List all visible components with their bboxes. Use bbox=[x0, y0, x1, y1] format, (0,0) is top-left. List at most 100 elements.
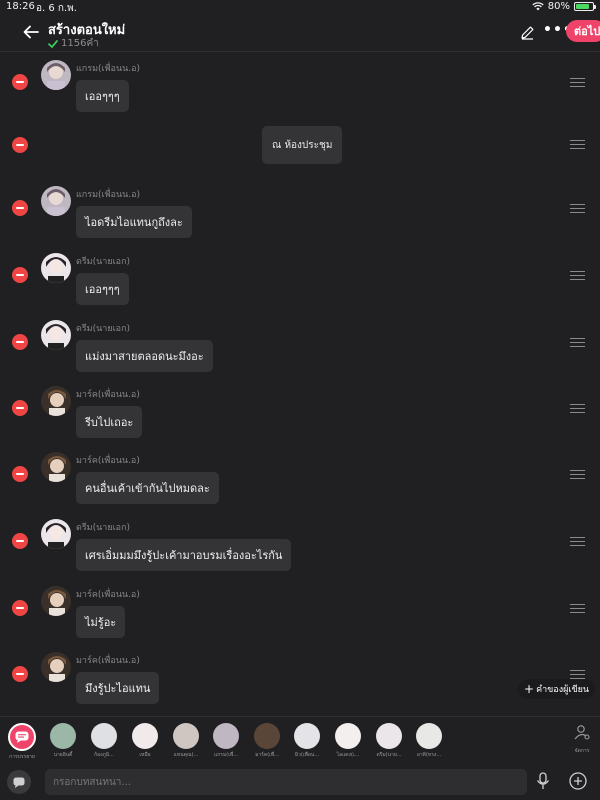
word-count-label: 1156คำ bbox=[61, 38, 99, 49]
delete-message-icon[interactable] bbox=[12, 74, 28, 90]
person-settings-icon bbox=[574, 725, 590, 740]
character-item[interactable]: แกรม(เพื่... bbox=[210, 723, 242, 759]
message-bubble[interactable]: เออๆๆๆ bbox=[76, 273, 129, 305]
character-narrator[interactable]: การบรรยาย bbox=[6, 723, 38, 761]
pencil-icon[interactable] bbox=[520, 25, 535, 40]
message-bubble[interactable]: ไม่รู้อะ bbox=[76, 606, 126, 638]
character-item[interactable]: ดรีม(นาย... bbox=[373, 723, 405, 759]
drag-handle-icon[interactable] bbox=[570, 78, 585, 87]
avatar-gram bbox=[41, 60, 71, 90]
character-avatar bbox=[416, 723, 442, 749]
character-avatar bbox=[376, 723, 402, 749]
character-avatar bbox=[91, 723, 117, 749]
plus-icon: + bbox=[524, 682, 535, 696]
character-avatar bbox=[213, 723, 239, 749]
character-avatar bbox=[335, 723, 361, 749]
message-bubble[interactable]: มึงรู้ปะไอแทน bbox=[76, 672, 160, 704]
delete-message-icon[interactable] bbox=[12, 466, 28, 482]
back-arrow-icon[interactable] bbox=[22, 23, 40, 41]
character-avatar bbox=[173, 723, 199, 749]
drag-handle-icon[interactable] bbox=[570, 537, 585, 546]
sender-name: แกรม(เพื่อนน.อ) bbox=[76, 64, 141, 74]
character-label: ไอแดง(เ... bbox=[336, 752, 360, 758]
chat-bubble-icon bbox=[13, 777, 25, 788]
avatar-dream bbox=[41, 253, 71, 283]
character-item[interactable]: แทนคุณ(... bbox=[170, 723, 202, 759]
status-bar: 18:26 อ. 6 ก.พ. 80% bbox=[0, 0, 600, 14]
delete-message-icon[interactable] bbox=[12, 600, 28, 616]
avatar-gram bbox=[41, 186, 71, 216]
manage-label: จัดการ bbox=[574, 748, 590, 754]
character-avatar bbox=[132, 723, 158, 749]
message-bubble[interactable]: ไอดรีมไอแทนกูถึงละ bbox=[76, 206, 192, 238]
dialogue-input[interactable] bbox=[45, 769, 527, 795]
message-bubble[interactable]: รีบไปเถอะ bbox=[76, 406, 143, 438]
character-label: การบรรยาย bbox=[9, 754, 35, 760]
add-circle-icon[interactable] bbox=[569, 772, 587, 790]
drag-handle-icon[interactable] bbox=[570, 404, 585, 413]
sender-name: มาร์ค(เพื่อนน.อ) bbox=[76, 590, 140, 600]
avatar-mark bbox=[41, 586, 71, 616]
next-button[interactable]: ต่อไป bbox=[566, 20, 600, 42]
sender-name: ดรีม(นายเอก) bbox=[76, 324, 131, 334]
delete-message-icon[interactable] bbox=[12, 334, 28, 350]
delete-message-icon[interactable] bbox=[12, 137, 28, 153]
drag-handle-icon[interactable] bbox=[570, 338, 585, 347]
character-item[interactable]: ไอแดง(เ... bbox=[332, 723, 364, 759]
sender-name: ดรีม(นายเอก) bbox=[76, 257, 131, 267]
drag-handle-icon[interactable] bbox=[570, 140, 585, 149]
sender-name: มาร์ค(เพื่อนน.อ) bbox=[76, 390, 140, 400]
character-item[interactable]: มิว(เพื่อน... bbox=[291, 723, 323, 759]
battery-icon bbox=[574, 2, 596, 11]
sender-name: ดรีม(นายเอก) bbox=[76, 523, 131, 533]
drag-handle-icon[interactable] bbox=[570, 604, 585, 613]
sender-name: มาร์ค(เพื่อนน.อ) bbox=[76, 456, 140, 466]
delete-message-icon[interactable] bbox=[12, 533, 28, 549]
delete-message-icon[interactable] bbox=[12, 267, 28, 283]
sender-name: แกรม(เพื่อนน.อ) bbox=[76, 190, 141, 200]
status-right: 80% bbox=[532, 1, 596, 12]
drag-handle-icon[interactable] bbox=[570, 470, 585, 479]
wifi-icon bbox=[532, 2, 544, 11]
drag-handle-icon[interactable] bbox=[570, 271, 585, 280]
message-bubble[interactable]: แม่งมาสายตลอดนะมึงอะ bbox=[76, 340, 213, 372]
manage-characters-button[interactable]: จัดการ bbox=[568, 723, 596, 755]
character-item[interactable]: อาทิ(ทรง... bbox=[413, 723, 445, 759]
avatar-mark bbox=[41, 452, 71, 482]
character-label: มาร์ค(เพื่... bbox=[255, 752, 279, 758]
delete-message-icon[interactable] bbox=[12, 400, 28, 416]
character-item[interactable]: นายอินดี้ bbox=[47, 723, 79, 759]
narrator-chat-icon bbox=[8, 723, 36, 751]
battery-percent: 80% bbox=[547, 1, 570, 12]
scene-bubble[interactable]: ณ ห้องประชุม bbox=[262, 126, 343, 164]
input-bar bbox=[0, 764, 600, 800]
character-label: ก้องภูมิ... bbox=[94, 752, 114, 758]
chat-type-button[interactable] bbox=[7, 770, 31, 794]
word-count: 1156คำ bbox=[48, 36, 99, 51]
character-item[interactable]: มาร์ค(เพื่... bbox=[251, 723, 283, 759]
message-bubble[interactable]: คนอื่นเค้าเข้ากันไปหมดละ bbox=[76, 472, 219, 504]
status-time: 18:26 bbox=[6, 1, 35, 12]
drag-handle-icon[interactable] bbox=[570, 670, 585, 679]
character-item[interactable]: ก้องภูมิ... bbox=[88, 723, 120, 759]
delete-message-icon[interactable] bbox=[12, 200, 28, 216]
character-avatar bbox=[294, 723, 320, 749]
avatar-mark bbox=[41, 386, 71, 416]
drag-handle-icon[interactable] bbox=[570, 204, 585, 213]
check-icon bbox=[48, 39, 58, 48]
character-label: มิว(เพื่อน... bbox=[294, 752, 320, 758]
character-avatar bbox=[254, 723, 280, 749]
message-bubble[interactable]: เศรเอิ่มมมมึงรู้ปะเค้ามาอบรมเรื่องอะไรกั… bbox=[76, 539, 292, 571]
delete-message-icon[interactable] bbox=[12, 666, 28, 682]
message-bubble[interactable]: เออๆๆๆ bbox=[76, 80, 129, 112]
character-label: อาทิ(ทรง... bbox=[416, 752, 442, 758]
avatar-mark bbox=[41, 652, 71, 682]
microphone-icon[interactable] bbox=[536, 772, 550, 790]
character-label: นายอินดี้ bbox=[53, 752, 73, 758]
add-writer-note-button[interactable]: + คำของผู้เขียน bbox=[518, 679, 596, 699]
add-writer-label: คำของผู้เขียน bbox=[536, 685, 590, 695]
character-label: แกรม(เพื่... bbox=[214, 752, 238, 758]
battery-fill bbox=[576, 4, 589, 9]
character-item[interactable]: เหมือ bbox=[129, 723, 161, 759]
header: สร้างตอนใหม่ 1156คำ ••• ต่อไป bbox=[0, 14, 600, 52]
